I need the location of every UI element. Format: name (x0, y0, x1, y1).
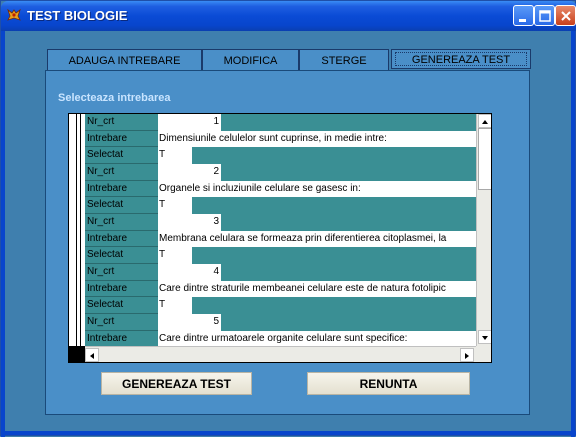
field-label-selectat: Selectat (85, 247, 158, 264)
tab-adauga-intrebare[interactable]: ADAUGA INTREBARE (47, 49, 202, 71)
window-frame-right (571, 31, 575, 437)
close-icon (561, 11, 571, 21)
cell-fill (220, 314, 476, 331)
nr-crt-cell[interactable]: 3 (158, 214, 220, 231)
minimize-button[interactable] (513, 5, 534, 26)
intrebare-cell[interactable]: Membrana celulara se formeaza prin difer… (158, 230, 476, 247)
vertical-scrollbar[interactable] (476, 114, 491, 346)
window-frame-left (1, 31, 5, 437)
selectat-cell[interactable]: T (158, 297, 191, 314)
close-button[interactable] (555, 5, 576, 26)
intrebare-cell[interactable]: Dimensiunile celulelor sunt cuprinse, in… (158, 130, 476, 147)
intrebare-cell[interactable]: Care dintre urmatoarele organite celular… (158, 330, 476, 347)
field-label-nr: Nr_crt (85, 214, 158, 231)
cell-fill (191, 197, 476, 214)
section-title: Selecteaza intrebarea (58, 92, 171, 104)
cell-fill (220, 264, 476, 281)
minimize-icon (519, 19, 526, 22)
selectat-cell[interactable]: T (158, 147, 191, 164)
cell-fill (220, 114, 476, 131)
field-label-intrebare: Intrebare (85, 180, 158, 197)
scroll-right-button[interactable] (460, 348, 474, 362)
grid-row-nr: Nr_crt 1 (85, 114, 476, 131)
scroll-left-button[interactable] (85, 348, 99, 362)
scroll-down-button[interactable] (478, 330, 491, 344)
nr-crt-cell[interactable]: 4 (158, 264, 220, 281)
grid-corner-left (69, 346, 85, 362)
field-label-nr: Nr_crt (85, 164, 158, 181)
selectat-cell[interactable]: T (158, 197, 191, 214)
nr-crt-cell[interactable]: 1 (158, 114, 220, 131)
field-label-intrebare: Intrebare (85, 330, 158, 347)
app-icon (7, 8, 21, 21)
intrebare-cell[interactable]: Care dintre straturile membeanei celular… (158, 280, 476, 297)
grid-row-nr: Nr_crt 3 (85, 214, 476, 231)
maximize-icon (539, 10, 551, 22)
arrow-right-icon (465, 353, 469, 359)
field-label-intrebare: Intrebare (85, 130, 158, 147)
cell-fill (220, 164, 476, 181)
tab-modifica[interactable]: MODIFICA (202, 49, 299, 71)
cell-fill (191, 297, 476, 314)
grid-row-intrebare: Intrebare Care dintre urmatoarele organi… (85, 330, 476, 347)
cell-fill (191, 147, 476, 164)
grid-row-intrebare: Intrebare Membrana celulara se formeaza … (85, 230, 476, 247)
arrow-down-icon (482, 336, 488, 340)
scrollbar-corner (476, 346, 491, 362)
grid-row-selectat: Selectat T (85, 247, 476, 264)
field-label-selectat: Selectat (85, 197, 158, 214)
field-label-intrebare: Intrebare (85, 280, 158, 297)
grid-row-nr: Nr_crt 4 (85, 264, 476, 281)
window-frame-bottom (1, 431, 576, 435)
tab-sterge[interactable]: STERGE (299, 49, 389, 71)
tab-genereaza-test[interactable]: GENEREAZA TEST (391, 49, 531, 69)
tab-genereaza-test-label: GENEREAZA TEST (411, 54, 511, 66)
grid-row-intrebare: Intrebare Care dintre straturile membean… (85, 280, 476, 297)
grid-record-selector[interactable] (69, 114, 85, 346)
horizontal-scrollbar[interactable] (85, 346, 476, 362)
cancel-button[interactable]: RENUNTA (307, 372, 470, 395)
field-label-nr: Nr_crt (85, 114, 158, 131)
grid-row-intrebare: Intrebare Dimensiunile celulelor sunt cu… (85, 130, 476, 147)
scroll-up-button[interactable] (478, 114, 491, 128)
grid-row-intrebare: Intrebare Organele si incluziunile celul… (85, 180, 476, 197)
questions-grid[interactable]: Nr_crt 1 Intrebare Dimensiunile celulelo… (68, 113, 492, 363)
title-bar[interactable]: TEST BIOLOGIE (1, 1, 576, 31)
selectat-cell[interactable]: T (158, 247, 191, 264)
field-label-nr: Nr_crt (85, 314, 158, 331)
field-label-selectat: Selectat (85, 147, 158, 164)
intrebare-cell[interactable]: Organele si incluziunile celulare se gas… (158, 180, 476, 197)
gutter-line (76, 114, 77, 346)
nr-crt-cell[interactable]: 2 (158, 164, 220, 181)
field-label-nr: Nr_crt (85, 264, 158, 281)
field-label-selectat: Selectat (85, 297, 158, 314)
cell-fill (191, 247, 476, 264)
generate-test-button[interactable]: GENEREAZA TEST (101, 372, 252, 395)
vertical-scroll-thumb[interactable] (478, 128, 491, 190)
grid-row-selectat: Selectat T (85, 297, 476, 314)
grid-row-nr: Nr_crt 5 (85, 314, 476, 331)
cell-fill (220, 214, 476, 231)
grid-row-selectat: Selectat T (85, 197, 476, 214)
maximize-button[interactable] (534, 5, 555, 26)
grid-row-selectat: Selectat T (85, 147, 476, 164)
arrow-left-icon (90, 353, 94, 359)
window-title: TEST BIOLOGIE (27, 8, 128, 23)
field-label-intrebare: Intrebare (85, 230, 158, 247)
grid-row-nr: Nr_crt 2 (85, 164, 476, 181)
arrow-up-icon (482, 120, 488, 124)
app-window: TEST BIOLOGIE ADAUGA INTREBARE MODIFICA … (0, 0, 576, 437)
gutter-line (80, 114, 81, 346)
nr-crt-cell[interactable]: 5 (158, 314, 220, 331)
